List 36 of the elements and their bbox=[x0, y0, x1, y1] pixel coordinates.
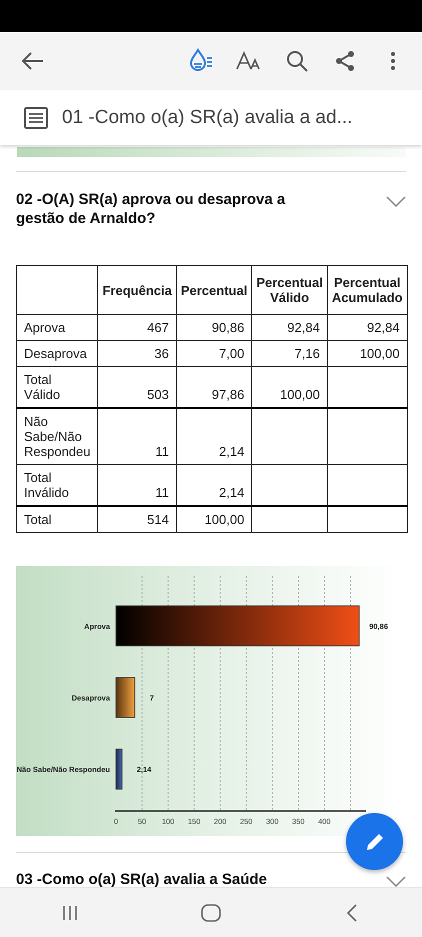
table-cell: 90,86 bbox=[176, 314, 252, 340]
table-cell: 467 bbox=[98, 314, 176, 340]
bar bbox=[116, 748, 122, 790]
table-cell: 11 bbox=[98, 408, 176, 464]
table-cell: 2,14 bbox=[176, 408, 252, 464]
column-header: Frequência bbox=[98, 266, 176, 314]
table-cell: 97,86 bbox=[176, 366, 252, 408]
table-cell: 514 bbox=[98, 506, 176, 532]
column-header: Percentual bbox=[176, 266, 252, 314]
table-cell: 100,00 bbox=[252, 366, 328, 408]
table-cell: Desaprova bbox=[16, 340, 98, 366]
table-cell: 7,00 bbox=[176, 340, 252, 366]
chevron-icon[interactable] bbox=[386, 876, 406, 887]
table-cell: 92,84 bbox=[327, 314, 408, 340]
bar bbox=[116, 677, 136, 718]
table-cell: Total Válido bbox=[16, 366, 98, 408]
column-header: Percentual Válido bbox=[252, 266, 328, 314]
document-icon[interactable] bbox=[24, 106, 48, 128]
table-cell: 11 bbox=[98, 464, 176, 506]
table-cell: 503 bbox=[98, 366, 176, 408]
column-header: Percentual Acumulado bbox=[327, 266, 408, 314]
edit-button[interactable] bbox=[346, 813, 403, 870]
document-title: 01 -Como o(a) SR(a) avalia a ad... bbox=[62, 106, 352, 128]
table-cell: 100,00 bbox=[176, 506, 252, 532]
table-cell: 7,16 bbox=[252, 340, 328, 366]
table-cell: Não Sabe/Não Respondeu bbox=[16, 408, 98, 464]
table-cell: Aprova bbox=[16, 314, 98, 340]
table-cell: Total bbox=[16, 506, 98, 532]
chevron-icon[interactable] bbox=[386, 196, 406, 207]
table-cell: 2,14 bbox=[176, 464, 252, 506]
table-cell: Total Inválido bbox=[16, 464, 98, 506]
table-cell: 36 bbox=[98, 340, 176, 366]
table-cell: 100,00 bbox=[327, 340, 408, 366]
section-title[interactable]: 02 -O(A) SR(a) aprova ou desaprova a gestão de Arnaldo? bbox=[16, 190, 316, 228]
table-cell: 92,84 bbox=[252, 314, 328, 340]
section-title[interactable]: 03 -Como o(a) SR(a) avalia a Saúde bbox=[16, 870, 267, 889]
